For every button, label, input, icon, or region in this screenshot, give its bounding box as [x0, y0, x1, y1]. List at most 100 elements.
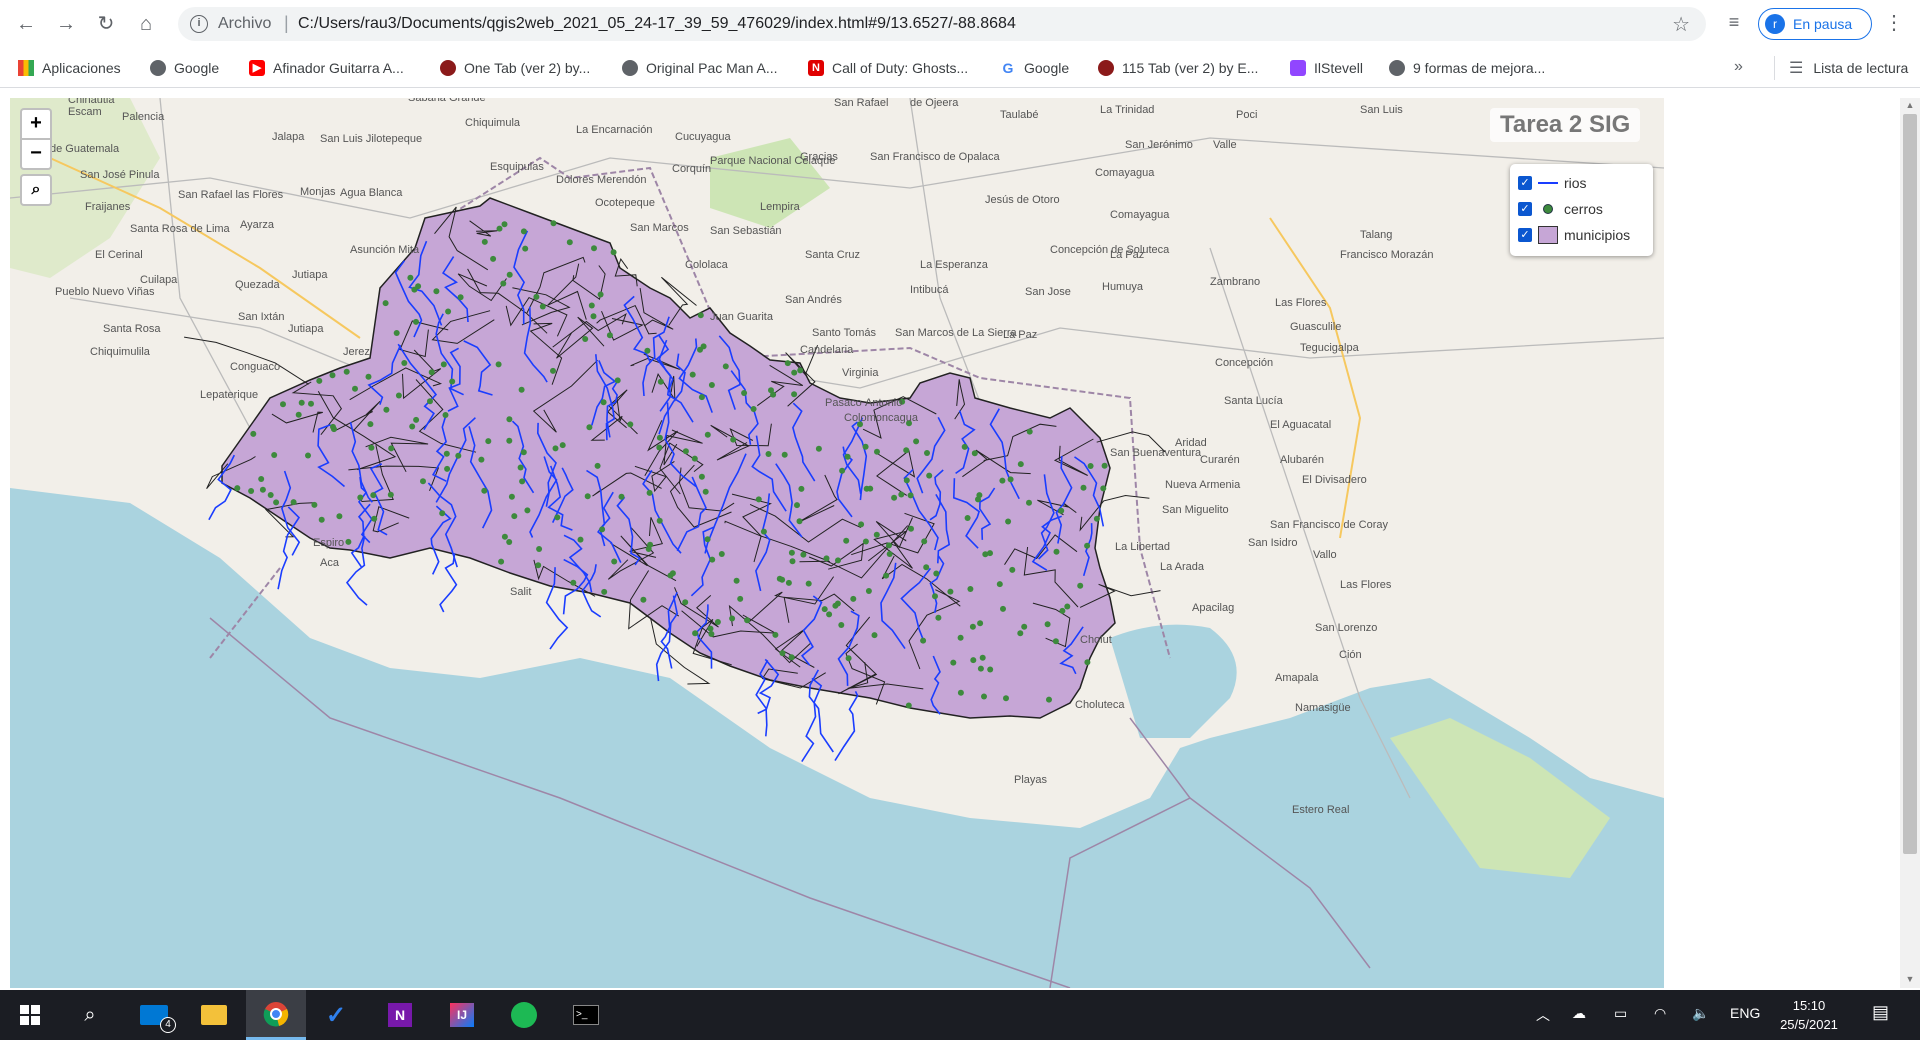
search-icon[interactable]: ⌕ [20, 174, 52, 206]
cerro-point[interactable] [839, 467, 846, 474]
bookmark-pacman[interactable]: Original Pac Man A... [622, 56, 778, 80]
cerro-point[interactable] [367, 421, 374, 428]
cerro-point[interactable] [1000, 605, 1006, 612]
clock[interactable]: 15:10 25/5/2021 [1764, 996, 1854, 1034]
bookmark-google-2[interactable]: G Google [1000, 56, 1069, 80]
cerro-point[interactable] [343, 368, 350, 375]
cerro-point[interactable] [996, 581, 1003, 588]
todo-icon[interactable]: ✓ [306, 990, 366, 1040]
cerro-point[interactable] [267, 492, 274, 498]
cerro-point[interactable] [971, 450, 978, 457]
cerro-point[interactable] [913, 438, 920, 445]
cerro-point[interactable] [506, 416, 513, 423]
cerro-point[interactable] [316, 377, 323, 384]
cerro-point[interactable] [606, 332, 613, 339]
cerro-point[interactable] [979, 654, 986, 661]
back-arrow-icon[interactable]: ← [12, 10, 40, 38]
cerro-point[interactable] [961, 443, 968, 450]
cerro-point[interactable] [1064, 603, 1071, 610]
cerro-point[interactable] [843, 537, 850, 544]
cerro-point[interactable] [295, 411, 302, 418]
profile-button[interactable]: r En pausa [1758, 8, 1872, 40]
volume-icon[interactable]: 🔈 [1692, 1005, 1709, 1022]
cerro-point[interactable] [700, 343, 707, 350]
cerro-point[interactable] [708, 382, 715, 388]
info-icon[interactable]: i [190, 15, 208, 33]
cerro-point[interactable] [921, 538, 928, 545]
cerro-point[interactable] [1007, 476, 1014, 483]
cerro-point[interactable] [533, 293, 540, 300]
cerro-point[interactable] [964, 515, 971, 521]
cerro-point[interactable] [524, 507, 531, 514]
cerro-point[interactable] [368, 444, 375, 451]
cerro-point[interactable] [506, 271, 513, 278]
cerro-point[interactable] [1058, 507, 1065, 514]
cerro-point[interactable] [987, 666, 994, 673]
cerro-point[interactable] [495, 361, 502, 368]
bookmark-google[interactable]: Google [150, 56, 219, 80]
cerro-point[interactable] [1005, 518, 1012, 525]
cerro-point[interactable] [788, 549, 795, 556]
cerro-point[interactable] [311, 501, 318, 508]
cerro-point[interactable] [440, 361, 447, 368]
scroll-up-icon[interactable]: ▲ [1904, 100, 1916, 112]
cerro-point[interactable] [907, 492, 914, 499]
cerro-point[interactable] [501, 221, 508, 228]
url-text[interactable]: C:/Users/rau3/Documents/qgis2web_2021_05… [298, 15, 1016, 33]
cerro-point[interactable] [1053, 548, 1060, 555]
cerro-point[interactable] [977, 665, 984, 672]
cerro-point[interactable] [755, 496, 762, 503]
cerro-point[interactable] [234, 485, 241, 492]
cerro-point[interactable] [863, 485, 870, 492]
cerro-point[interactable] [823, 555, 830, 562]
cerro-point[interactable] [1003, 695, 1009, 702]
cerro-point[interactable] [935, 614, 942, 621]
cerro-point[interactable] [280, 401, 286, 408]
cerro-point[interactable] [947, 588, 954, 595]
cerro-point[interactable] [791, 391, 798, 398]
search-icon[interactable]: ⌕ [60, 990, 120, 1040]
bookmark-ilstevell[interactable]: IlStevell [1290, 56, 1363, 80]
mail-icon[interactable]: 4 [124, 990, 184, 1040]
legend-item-rios[interactable]: ✓ rios [1518, 170, 1645, 196]
cerro-point[interactable] [550, 367, 556, 374]
cerro-point[interactable] [318, 516, 325, 523]
cerro-point[interactable] [977, 620, 984, 627]
cerro-point[interactable] [798, 485, 805, 492]
checkbox-cerros[interactable]: ✓ [1518, 202, 1532, 216]
cerro-point[interactable] [969, 623, 976, 630]
cerro-point[interactable] [924, 450, 930, 456]
bookmark-call-of-duty[interactable]: N Call of Duty: Ghosts... [808, 56, 968, 80]
cerro-point[interactable] [1021, 623, 1028, 630]
cerro-point[interactable] [704, 536, 711, 543]
cerro-point[interactable] [490, 255, 497, 262]
cerro-point[interactable] [395, 392, 402, 399]
cerro-point[interactable] [1026, 428, 1033, 435]
cerro-point[interactable] [733, 577, 740, 584]
cerro-point[interactable] [298, 399, 305, 406]
cerro-point[interactable] [744, 617, 751, 624]
cerro-point[interactable] [627, 421, 634, 428]
cerro-point[interactable] [772, 631, 779, 638]
cerro-point[interactable] [365, 373, 372, 380]
cerro-point[interactable] [250, 430, 257, 437]
cerro-point[interactable] [862, 443, 869, 450]
legend-item-municipios[interactable]: ✓ municipios [1518, 222, 1645, 248]
cerro-point[interactable] [517, 464, 524, 471]
cerro-point[interactable] [903, 447, 910, 454]
cerro-point[interactable] [1084, 542, 1091, 549]
cerro-point[interactable] [933, 570, 940, 577]
cerro-point[interactable] [352, 385, 358, 392]
cerro-point[interactable] [845, 655, 852, 662]
cerro-point[interactable] [834, 600, 841, 607]
chevron-up-icon[interactable]: ︿ [1536, 1005, 1550, 1025]
checkbox-municipios[interactable]: ✓ [1518, 228, 1532, 242]
cerro-point[interactable] [657, 378, 664, 385]
cerro-point[interactable] [345, 538, 352, 545]
bookmark-aplicaciones[interactable]: Aplicaciones [18, 56, 121, 80]
cerro-point[interactable] [784, 360, 791, 367]
cerro-point[interactable] [519, 478, 526, 485]
legend-item-cerros[interactable]: ✓ cerros [1518, 196, 1645, 222]
cerro-point[interactable] [844, 453, 851, 460]
cerro-point[interactable] [871, 632, 878, 639]
